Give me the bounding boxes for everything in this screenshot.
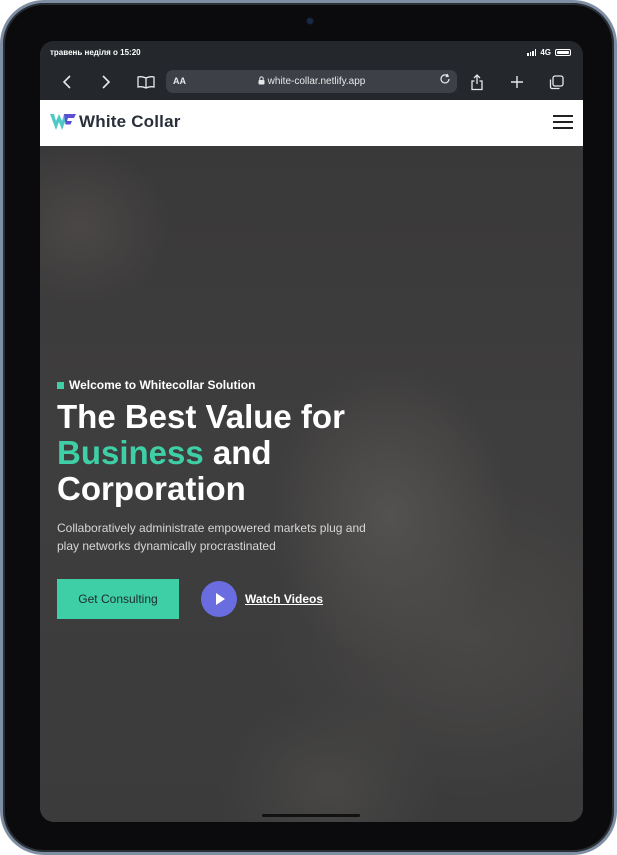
battery-icon <box>555 49 571 56</box>
play-icon[interactable] <box>201 581 237 617</box>
tablet-frame: травень неділя о 15:20 4G AA white-colla… <box>0 0 617 855</box>
eyebrow-text: Welcome to Whitecollar Solution <box>69 378 256 392</box>
network-label: 4G <box>540 48 551 57</box>
hero-eyebrow: Welcome to Whitecollar Solution <box>57 378 457 392</box>
watch-videos-link[interactable]: Watch Videos <box>245 592 323 606</box>
headline-accent: Business <box>57 434 204 471</box>
browser-toolbar: AA white-collar.netlify.app <box>40 65 583 100</box>
headline-rest: and <box>212 434 272 471</box>
brand-name: White Collar <box>79 112 181 131</box>
menu-icon[interactable] <box>553 115 573 129</box>
headline-line-1: The Best Value for <box>57 398 345 435</box>
status-time: травень неділя о 15:20 <box>50 48 141 57</box>
get-consulting-button[interactable]: Get Consulting <box>57 579 179 619</box>
hero-cta-row: Get Consulting Watch Videos <box>57 579 457 619</box>
status-bar: травень неділя о 15:20 4G <box>40 41 583 65</box>
brand-logo[interactable]: White Collar <box>50 112 181 132</box>
home-indicator <box>262 814 360 817</box>
forward-icon[interactable] <box>94 71 118 93</box>
front-camera <box>307 18 313 24</box>
bookmarks-icon[interactable] <box>134 71 158 93</box>
lock-icon <box>258 76 265 85</box>
hero-section: Welcome to Whitecollar Solution The Best… <box>40 146 583 822</box>
tabs-icon[interactable] <box>544 71 568 93</box>
signal-icon <box>527 49 537 56</box>
screen: травень неділя о 15:20 4G AA white-colla… <box>40 41 583 822</box>
new-tab-icon[interactable] <box>505 71 529 93</box>
site-navbar: White Collar <box>40 100 583 147</box>
headline-line-3: Corporation <box>57 470 246 507</box>
eyebrow-square-icon <box>57 381 64 389</box>
hero-content: Welcome to Whitecollar Solution The Best… <box>57 378 457 619</box>
hero-headline: The Best Value for Business and Corporat… <box>57 399 457 507</box>
status-indicators: 4G <box>527 48 571 57</box>
headline-line-2: Business and <box>57 435 457 471</box>
address-bar[interactable]: AA white-collar.netlify.app <box>166 70 457 93</box>
reload-icon[interactable] <box>439 73 451 88</box>
url-text: white-collar.netlify.app <box>267 76 366 87</box>
share-icon[interactable] <box>465 71 489 93</box>
brand-mark-icon <box>50 114 76 130</box>
url-display: white-collar.netlify.app <box>166 76 457 87</box>
hero-description: Collaboratively administrate empowered m… <box>57 521 366 553</box>
back-icon[interactable] <box>55 71 79 93</box>
